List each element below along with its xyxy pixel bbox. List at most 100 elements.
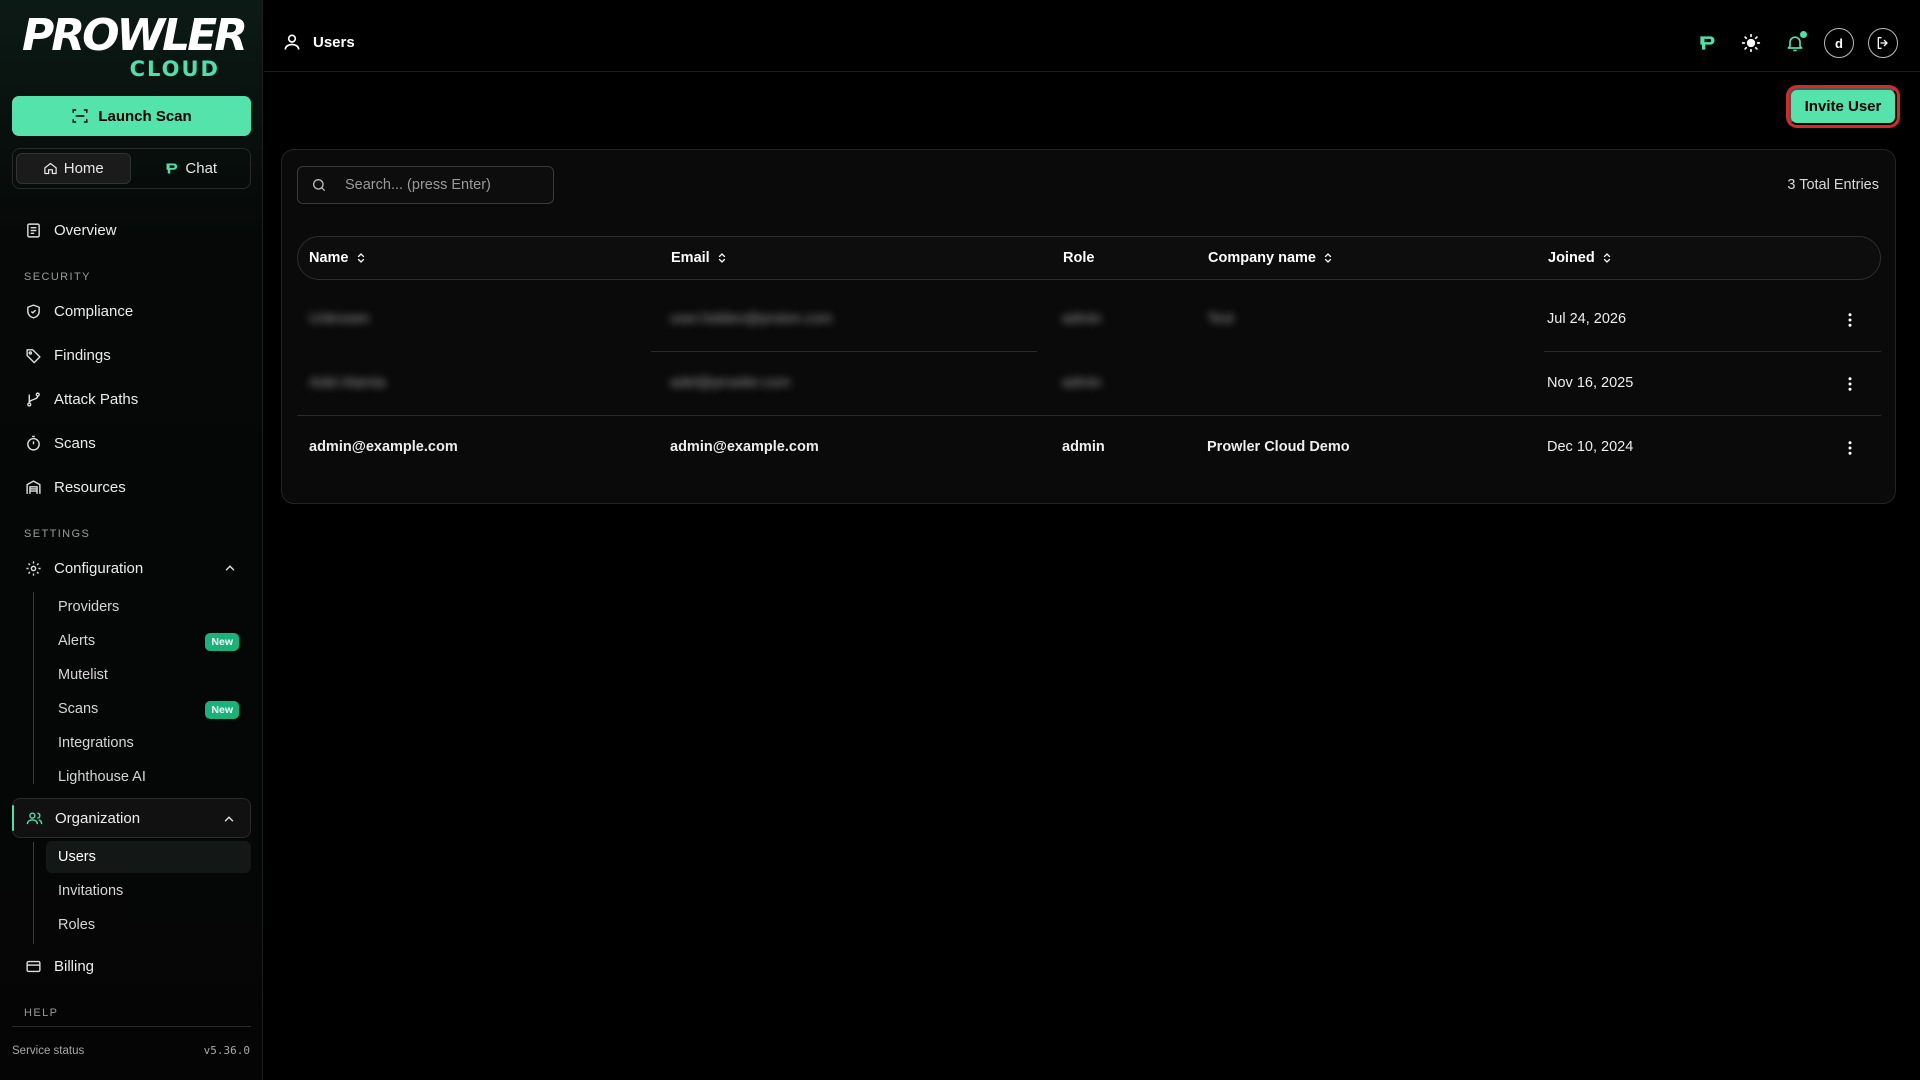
sidebar-subitem-invitations[interactable]: Invitations [46,875,251,907]
service-status-link[interactable]: Service status [12,1045,84,1057]
sidebar-subitem-scans[interactable]: Scans New [46,693,251,725]
sidebar-item-organization[interactable]: Organization [12,798,251,838]
subitem-label: Providers [58,599,120,615]
sidebar-item-compliance[interactable]: Compliance [12,291,251,331]
section-label-settings: SETTINGS [24,528,91,540]
credit-card-icon [26,960,41,972]
row-actions-button[interactable] [1841,308,1859,332]
sidebar-item-label: Organization [55,809,141,827]
invite-user-button[interactable]: Invite User [1789,88,1897,125]
notifications-button[interactable] [1780,28,1810,58]
sign-out-button[interactable] [1868,28,1898,58]
sidebar: PROWLER CLOUD Launch Scan Home Chat Over… [0,0,263,1080]
new-badge: New [205,633,239,651]
sidebar-subitem-alerts[interactable]: Alerts New [46,625,251,657]
column-header-label: Joined [1548,250,1595,266]
search-icon [313,179,325,191]
sidebar-item-billing[interactable]: Billing [12,946,251,986]
sidebar-subitem-roles[interactable]: Roles [46,909,251,941]
cell-name: admin@example.com [309,439,458,455]
column-header-joined[interactable]: Joined [1548,250,1613,266]
configuration-subtree-line [33,592,34,784]
sort-icon [357,253,364,263]
total-entries: 3 Total Entries [1787,177,1879,193]
row-actions-button[interactable] [1841,436,1859,460]
sort-icon [1324,253,1332,263]
section-label-security: SECURITY [24,271,91,283]
column-header-company[interactable]: Company name [1208,250,1334,266]
sidebar-item-configuration[interactable]: Configuration [12,548,251,588]
column-header-label: Role [1063,250,1095,266]
table-row[interactable]: Adel Alamia adel@prowler.com admin Nov 1… [297,352,1881,416]
cell-joined: Dec 10, 2024 [1547,439,1634,455]
sidebar-subitem-providers[interactable]: Providers [46,591,251,623]
table-row[interactable]: admin@example.com admin@example.com admi… [297,416,1881,480]
sidebar-item-findings[interactable]: Findings [12,335,251,375]
sidebar-subitem-integrations[interactable]: Integrations [46,727,251,759]
gear-icon [26,560,41,576]
sidebar-item-attack-paths[interactable]: Attack Paths [12,379,251,419]
theme-toggle-button[interactable] [1736,28,1766,58]
cell-role: admin [1062,439,1105,455]
sun-icon [1741,33,1761,53]
new-badge: New [205,701,239,719]
row-actions-button[interactable] [1841,372,1859,396]
cell-role: admin [1062,375,1102,391]
overview-icon [27,222,40,238]
topbar-actions: d [1692,28,1898,58]
chat-tab-label: Chat [185,160,218,177]
section-label-help: HELP [24,1007,59,1019]
sidebar-footer-divider [12,1026,251,1027]
timer-icon [27,435,40,451]
table-row[interactable]: Unknown user.hidden@proton.com admin Tes… [297,288,1881,352]
sidebar-item-label: Overview [54,221,117,239]
sidebar-subitem-users[interactable]: Users [46,841,251,873]
sidebar-item-label: Billing [54,957,95,975]
cell-name: Unknown [309,311,370,327]
user-avatar-button[interactable]: d [1824,28,1854,58]
sidebar-item-overview[interactable]: Overview [12,210,251,250]
cell-email: user.hidden@proton.com [670,311,833,327]
column-header-label: Email [671,250,710,266]
home-icon [43,162,57,175]
sidebar-subitem-lighthouse-ai[interactable]: Lighthouse AI [46,761,251,793]
sidebar-item-label: Resources [54,478,126,496]
chevron-up-icon [224,816,234,822]
user-icon [284,34,300,50]
sidebar-item-resources[interactable]: Resources [12,467,251,507]
subitem-label: Users [58,849,96,865]
lighthouse-chat-icon [166,163,178,174]
subitem-label: Lighthouse AI [58,769,146,785]
subitem-label: Alerts [58,633,96,649]
scan-frame-icon [72,109,88,123]
cell-email: admin@example.com [670,439,819,455]
more-vertical-icon [1848,313,1852,327]
home-chat-toggle: Home Chat [12,148,251,189]
warehouse-icon [26,479,41,494]
column-header-label: Company name [1208,250,1316,266]
cell-company: Test [1207,311,1234,327]
table-header: Name Email Role Company name Joined [297,236,1881,280]
lighthouse-ai-button[interactable] [1692,28,1722,58]
more-vertical-icon [1848,377,1852,391]
column-header-role: Role [1063,250,1094,266]
subitem-label: Integrations [58,735,134,751]
column-header-email[interactable]: Email [671,250,728,266]
launch-scan-label: Launch Scan [98,107,192,125]
sidebar-item-label: Findings [54,346,111,364]
git-branch-icon [27,391,40,407]
column-header-name[interactable]: Name [309,250,367,266]
launch-scan-button[interactable]: Launch Scan [12,96,251,136]
home-tab[interactable]: Home [16,153,131,184]
sidebar-subitem-mutelist[interactable]: Mutelist [46,659,251,691]
search-input[interactable] [343,176,547,194]
cell-joined: Nov 16, 2025 [1547,375,1634,391]
search-box [297,166,554,204]
chat-tab[interactable]: Chat [135,153,248,184]
logo-subtitle: CLOUD [129,57,220,81]
sidebar-item-scans[interactable]: Scans [12,423,251,463]
subitem-label: Scans [58,701,99,717]
prowler-cloud-logo[interactable]: PROWLER CLOUD [22,14,248,84]
page-title-text: Users [313,33,355,51]
cell-joined: Jul 24, 2026 [1547,311,1627,327]
